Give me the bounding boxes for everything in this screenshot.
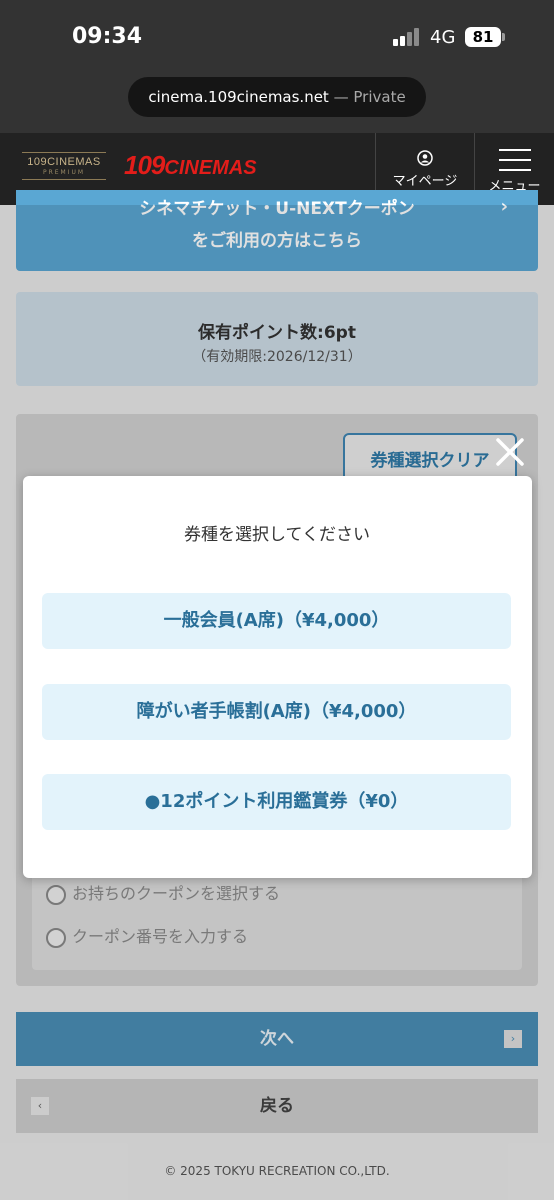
status-bar: 09:34 4G 81 cinema.109cinemas.net — Priv… bbox=[0, 0, 554, 133]
hamburger-icon bbox=[498, 149, 531, 171]
close-icon[interactable] bbox=[491, 433, 529, 471]
battery-tip bbox=[502, 33, 505, 41]
ticket-option-points[interactable]: ●12ポイント利用鑑賞券（¥0） bbox=[42, 774, 511, 830]
signal-icon bbox=[393, 28, 421, 46]
person-icon bbox=[417, 150, 433, 166]
premium-logo[interactable]: 109CINEMAS PREMIUM bbox=[20, 152, 108, 186]
battery-icon: 81 bbox=[465, 27, 501, 47]
clock: 09:34 bbox=[72, 24, 143, 49]
network-type: 4G bbox=[430, 27, 456, 48]
cinemas-logo[interactable]: 109CINEMAS bbox=[124, 150, 257, 182]
url-bar[interactable]: cinema.109cinemas.net — Private bbox=[128, 77, 426, 117]
ticket-option-disability[interactable]: 障がい者手帳割(A席)（¥4,000） bbox=[42, 684, 511, 740]
ticket-option-general[interactable]: 一般会員(A席)（¥4,000） bbox=[42, 593, 511, 649]
modal-title: 券種を選択してください bbox=[184, 525, 370, 545]
url-domain: cinema.109cinemas.net bbox=[148, 88, 329, 106]
private-label: — Private bbox=[333, 88, 406, 106]
mypage-label: マイページ bbox=[392, 174, 458, 189]
